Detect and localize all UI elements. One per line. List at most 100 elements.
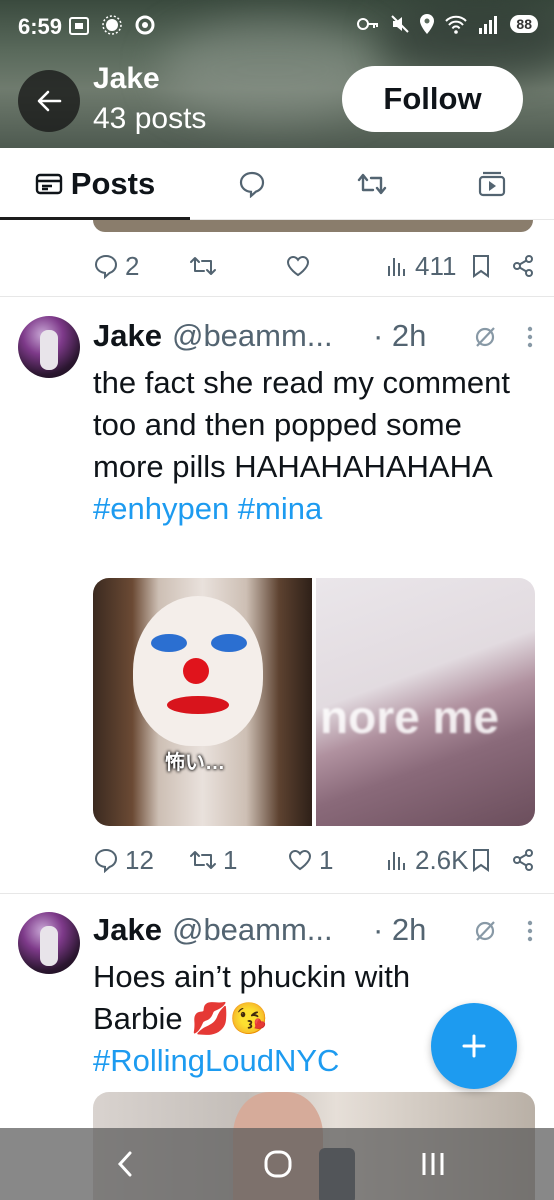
post-time[interactable]: · 2h — [373, 912, 426, 948]
reply-count: 12 — [125, 844, 154, 875]
like-button[interactable]: 1 — [287, 845, 333, 876]
bookmark-icon — [473, 255, 489, 278]
share-icon — [513, 849, 533, 871]
profile-header: 6:59 88 Jake 43 posts Follow — [0, 0, 554, 148]
views-button[interactable]: 2.6K — [385, 845, 469, 876]
view-count: 411 — [415, 250, 457, 281]
repost-icon — [190, 257, 216, 275]
mute-icon — [391, 15, 410, 33]
reply-button[interactable]: 2 — [93, 251, 139, 282]
post-actions: 12 1 1 2.6K — [93, 840, 533, 880]
signal-icon — [479, 16, 498, 34]
media-icon — [478, 171, 506, 197]
post-time[interactable]: · 2h — [373, 318, 426, 354]
heart-icon — [286, 255, 310, 277]
posts-icon — [35, 173, 62, 195]
author-name[interactable]: Jake — [93, 318, 162, 354]
tab-posts[interactable]: Posts — [0, 148, 190, 220]
post-divider — [0, 296, 554, 297]
post-meta-icons — [472, 324, 534, 350]
repost-count: 1 — [223, 844, 238, 875]
recents-icon — [422, 1153, 444, 1175]
battery-level: 88 — [510, 15, 538, 33]
repost-button[interactable]: 1 — [189, 845, 237, 876]
previous-post-actions: 2 411 — [93, 246, 533, 286]
previous-post-media[interactable] — [93, 220, 533, 232]
more-icon[interactable] — [526, 324, 534, 350]
share-button[interactable] — [511, 848, 535, 872]
clown-face — [133, 596, 263, 746]
grok-icon[interactable] — [472, 324, 498, 350]
grok-icon[interactable] — [472, 918, 498, 944]
views-icon — [388, 852, 405, 870]
tab-replies[interactable] — [222, 148, 282, 220]
home-circle-icon — [264, 1150, 292, 1178]
circle-app-icon — [135, 15, 155, 35]
post-hashtags[interactable]: #enhypen #mina — [93, 491, 322, 526]
post-header: Jake @beamm... · 2h — [93, 912, 426, 948]
status-bar: 6:59 88 — [0, 0, 554, 56]
views-icon — [388, 258, 405, 276]
nav-home-button[interactable] — [262, 1146, 294, 1182]
reposts-icon — [357, 173, 387, 195]
screenshot-icon — [69, 17, 89, 35]
repost-button[interactable] — [189, 254, 217, 278]
like-count: 1 — [319, 844, 334, 875]
status-time: 6:59 — [18, 14, 63, 39]
like-button[interactable] — [285, 254, 311, 278]
system-icons: 88 — [356, 14, 538, 34]
author-handle[interactable]: @beamm... — [172, 318, 333, 354]
reply-count: 2 — [125, 250, 140, 281]
bookmark-button[interactable] — [471, 254, 491, 278]
post-divider — [0, 893, 554, 894]
chevron-left-icon — [117, 1151, 132, 1177]
post-header: Jake @beamm... · 2h — [93, 318, 426, 354]
profile-name: Jake — [93, 62, 160, 95]
author-handle[interactable]: @beamm... — [172, 912, 333, 948]
notification-icons — [68, 14, 156, 41]
post-body: Hoes ain’t phuckin with Barbie 💋😘 — [93, 959, 411, 1036]
heart-icon — [288, 849, 312, 871]
sync-dots-icon — [102, 15, 122, 35]
reply-icon — [94, 254, 118, 279]
location-icon — [420, 14, 435, 34]
arrow-left-icon — [37, 90, 62, 112]
nav-recents-button[interactable] — [418, 1146, 448, 1182]
follow-button[interactable]: Follow — [342, 66, 523, 132]
tab-reposts[interactable] — [342, 148, 402, 220]
avatar[interactable] — [18, 912, 80, 974]
tab-posts-label: Posts — [70, 166, 156, 201]
repost-icon — [190, 851, 216, 869]
post-body: the fact she read my comment too and the… — [93, 365, 510, 484]
wifi-icon — [445, 15, 468, 34]
post-hashtags[interactable]: #RollingLoudNYC — [93, 1043, 339, 1078]
reply-button[interactable]: 12 — [93, 845, 154, 876]
media-overlay-text: nore me — [320, 691, 499, 743]
post-text: Hoes ain’t phuckin with Barbie 💋😘 #Rolli… — [93, 956, 423, 1082]
reply-icon — [94, 848, 118, 873]
tab-media[interactable] — [462, 148, 522, 220]
back-button[interactable] — [18, 70, 80, 132]
post-meta-icons — [472, 918, 534, 944]
plus-icon — [462, 1034, 486, 1058]
nav-back-button[interactable] — [110, 1146, 140, 1182]
system-navigation-bar — [0, 1128, 554, 1200]
post-media: 怖い… nore me — [93, 578, 535, 826]
bookmark-button[interactable] — [471, 848, 491, 872]
post-count: 43 posts — [93, 102, 207, 135]
media-caption: 怖い… — [165, 752, 225, 774]
more-icon[interactable] — [526, 918, 534, 944]
key-icon — [357, 18, 379, 30]
profile-tabs: Posts — [0, 148, 554, 220]
share-icon — [513, 255, 533, 277]
media-image-text[interactable]: nore me — [316, 578, 535, 826]
view-count: 2.6K — [415, 844, 469, 875]
share-button[interactable] — [511, 254, 535, 278]
media-image-clown[interactable]: 怖い… — [93, 578, 312, 826]
compose-button[interactable] — [431, 1003, 517, 1089]
post-text: the fact she read my comment too and the… — [93, 362, 513, 530]
author-name[interactable]: Jake — [93, 912, 162, 948]
avatar[interactable] — [18, 316, 80, 378]
bookmark-icon — [473, 849, 489, 872]
views-button[interactable]: 411 — [385, 251, 456, 282]
